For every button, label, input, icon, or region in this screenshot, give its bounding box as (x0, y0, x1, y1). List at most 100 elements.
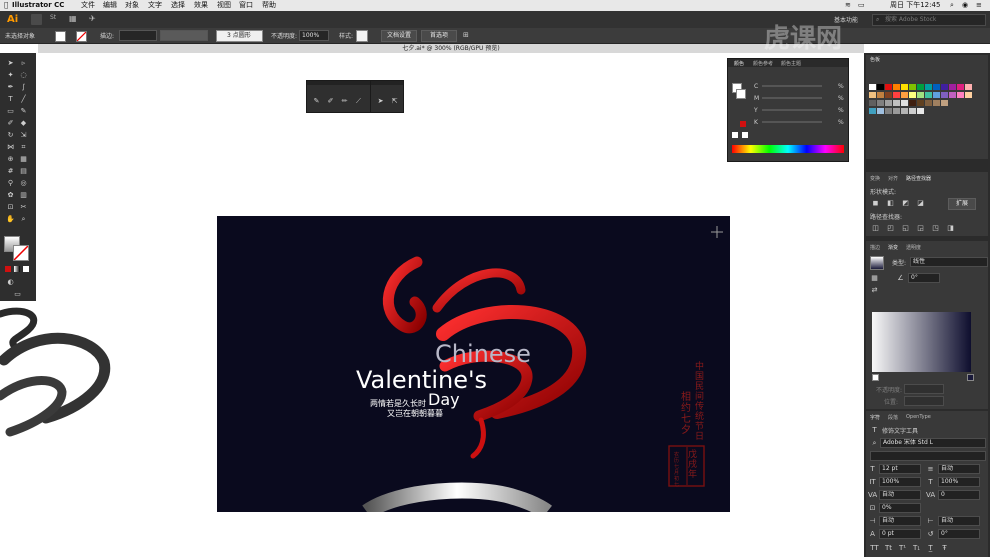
headline-chinese[interactable]: Chinese (435, 340, 531, 368)
brush-definition-dropdown[interactable]: 3 点圆形 (216, 30, 263, 42)
headline-valentines[interactable]: Valentine's (356, 366, 487, 394)
graphic-style-swatch[interactable] (356, 30, 368, 42)
artboard[interactable]: Chinese Valentine's Day 两情若是久长时 又岂在朝朝暮暮 … (217, 216, 730, 512)
blob-brush-icon[interactable]: ✐ (326, 97, 335, 105)
tab-stroke[interactable]: 描边 (870, 244, 880, 251)
direct-selection-tool-icon[interactable]: ⇱ (390, 97, 399, 105)
tracking-field[interactable]: 0 (938, 490, 980, 500)
gradient-opacity-field[interactable] (904, 384, 944, 394)
tab-pathfinder[interactable]: 路径查找器 (906, 175, 931, 182)
hand-tool-icon[interactable]: ✋ (6, 215, 15, 223)
superscript-icon[interactable]: T¹ (898, 544, 907, 552)
gradient-mode-button[interactable] (14, 266, 20, 272)
paintbrush-icon[interactable]: ✎ (19, 107, 28, 115)
panel-stroke-box[interactable] (736, 89, 746, 99)
menubar-clock[interactable]: 周日 下午12:45 (890, 0, 940, 11)
palette-grip[interactable] (371, 81, 403, 85)
aki-left-field[interactable]: 自动 (879, 516, 921, 526)
free-transform-icon[interactable]: ⌗ (19, 143, 28, 151)
stroke-swatch[interactable] (76, 31, 87, 42)
color-mode-button[interactable] (5, 266, 11, 272)
underline-icon[interactable]: T̲ (926, 544, 935, 552)
app-name-menu[interactable]: Illustrator CC (12, 0, 64, 11)
paintbrush-tool-icon[interactable]: ✎ (312, 97, 321, 105)
color-spectrum-bar[interactable] (732, 145, 844, 153)
stroke-weight-field[interactable] (119, 30, 157, 41)
font-family-dropdown[interactable]: Adobe 宋体 Std L (880, 438, 986, 448)
tab-character[interactable]: 字符 (870, 414, 880, 421)
siri-icon[interactable]: ◉ (962, 0, 968, 11)
curvature-tool-icon[interactable]: ∫ (19, 83, 28, 91)
strikethrough-icon[interactable]: Ŧ (940, 544, 949, 552)
shape-builder-icon[interactable]: ⊕ (6, 155, 15, 163)
draw-mode-icon[interactable]: ◐ (6, 278, 15, 286)
none-swatch[interactable] (732, 132, 738, 138)
minus-front-icon[interactable]: ◧ (886, 199, 895, 207)
tab-gradient[interactable]: 渐变 (888, 244, 898, 251)
exclude-icon[interactable]: ◪ (916, 199, 925, 207)
baseline-shift-field[interactable]: 0 pt (879, 529, 921, 539)
tab-paragraph[interactable]: 段落 (888, 414, 898, 421)
divide-icon[interactable]: ◫ (871, 224, 880, 232)
menu-effect[interactable]: 效果 (194, 0, 208, 11)
kerning-field[interactable]: 自动 (879, 490, 921, 500)
gradient-slider-preview[interactable] (872, 312, 971, 372)
symbol-sprayer-icon[interactable]: ✿ (6, 191, 15, 199)
intersect-icon[interactable]: ◩ (901, 199, 910, 207)
line-tool-icon[interactable]: ╱ (19, 95, 28, 103)
all-caps-icon[interactable]: TT (870, 544, 879, 552)
width-tool-icon[interactable]: ⋈ (6, 143, 15, 151)
menu-file[interactable]: 文件 (81, 0, 95, 11)
touch-type-tool-button[interactable]: 修饰文字工具 (882, 426, 918, 435)
poem-line-2[interactable]: 又岂在朝朝暮暮 (387, 408, 443, 419)
seal-small-text[interactable]: 农历七月初七 (674, 452, 682, 488)
tab-color[interactable]: 颜色 (734, 60, 744, 67)
gradient-thumbnail[interactable] (870, 256, 884, 270)
gradient-stop-left[interactable] (872, 374, 879, 381)
pen-tool-icon[interactable]: ✒ (6, 83, 15, 91)
out-of-gamut-swatch[interactable] (740, 121, 746, 127)
vertical-title-festival[interactable]: 中国民间传统节日 (695, 362, 705, 442)
tab-swatches[interactable]: 色板 (870, 56, 880, 63)
preferences-button[interactable]: 首选项 (421, 30, 457, 42)
bridge-icon[interactable] (31, 14, 42, 25)
variable-width-profile[interactable] (160, 30, 208, 41)
trim-icon[interactable]: ◰ (886, 224, 895, 232)
direct-selection-tool-icon[interactable]: ▹ (19, 59, 28, 67)
screen-mode-icon[interactable]: ▭ (13, 290, 22, 298)
menu-select[interactable]: 选择 (171, 0, 185, 11)
palette-grip[interactable] (307, 81, 370, 85)
mesh-tool-icon[interactable]: # (6, 167, 15, 175)
tab-color-themes[interactable]: 颜色主题 (781, 60, 801, 67)
font-size-field[interactable]: 12 pt (879, 464, 921, 474)
lasso-icon[interactable]: ◌ (19, 71, 28, 79)
none-mode-button[interactable] (23, 266, 29, 272)
document-tab[interactable]: 七夕.ai* @ 300% (RGB/GPU 预览) (38, 44, 864, 53)
channel-k-slider[interactable] (762, 121, 822, 123)
menu-view[interactable]: 视图 (217, 0, 231, 11)
perspective-grid-icon[interactable]: ▦ (19, 155, 28, 163)
vertical-title-meet[interactable]: 相约七夕 (681, 392, 691, 436)
font-style-dropdown[interactable] (870, 451, 986, 461)
gradient-type-dropdown[interactable]: 线性 (910, 257, 988, 267)
gradient-location-field[interactable] (904, 396, 944, 406)
canvas-brush-artwork[interactable] (0, 300, 115, 440)
rectangle-tool-icon[interactable]: ▭ (6, 107, 15, 115)
menu-object[interactable]: 对象 (125, 0, 139, 11)
type-tool-icon[interactable]: T (6, 95, 15, 103)
gpu-performance-icon[interactable]: ✈ (89, 13, 99, 24)
horizontal-scale-field[interactable]: 100% (938, 477, 980, 487)
aki-right-field[interactable]: 自动 (938, 516, 980, 526)
swatch-grid[interactable] (869, 84, 979, 120)
outline-icon[interactable]: ◳ (931, 224, 940, 232)
tab-transparency[interactable]: 透明度 (906, 244, 921, 251)
tab-transform[interactable]: 变换 (870, 175, 880, 182)
fill-swatch[interactable] (55, 31, 66, 42)
minus-back-icon[interactable]: ◨ (946, 224, 955, 232)
blend-tool-icon[interactable]: ◎ (19, 179, 28, 187)
rotate-tool-icon[interactable]: ↻ (6, 131, 15, 139)
reverse-gradient-icon[interactable]: ⇄ (870, 286, 879, 294)
magic-wand-icon[interactable]: ✦ (6, 71, 15, 79)
expand-button[interactable]: 扩展 (948, 198, 976, 210)
opacity-field[interactable]: 100% (299, 30, 329, 41)
